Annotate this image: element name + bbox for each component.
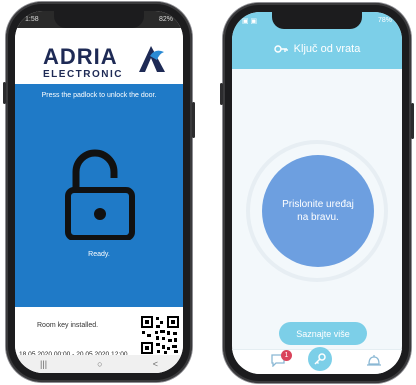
volume-button	[3, 82, 6, 104]
padlock-open-icon[interactable]	[65, 144, 135, 240]
recents-button[interactable]: |||	[40, 359, 47, 369]
notch	[272, 12, 362, 29]
bottom-tab-bar: 1	[232, 347, 402, 374]
instruction-text: Press the padlock to unlock the door.	[41, 92, 157, 99]
phone-left: 1:58 82% ADRIA ELECTRONIC Press the padl…	[3, 2, 195, 382]
key-icon	[273, 45, 288, 53]
key-installed-text: Room key installed.	[37, 322, 99, 329]
tab-service[interactable]	[366, 353, 382, 372]
android-nav-bar: ||| ○ <	[15, 355, 183, 373]
app-header: Ključ od vrata	[232, 29, 402, 69]
chat-badge: 1	[281, 350, 292, 361]
learn-more-label: Saznajte više	[296, 328, 350, 339]
screen-door-key: ▣ ▣ 78% Ključ od vrata Prislonite uređaj…	[232, 12, 402, 374]
qr-code-icon	[140, 315, 180, 355]
tab-key[interactable]	[308, 347, 332, 371]
logo-line-adria: ADRIA	[43, 44, 118, 69]
tap-prompt-circle[interactable]: Prislonite uređaj na bravu.	[262, 155, 374, 267]
notch	[54, 11, 144, 28]
volume-button	[220, 83, 223, 105]
unlock-panel: Press the padlock to unlock the door. Re…	[15, 84, 183, 307]
ready-status: Ready.	[88, 251, 110, 258]
home-button[interactable]: ○	[97, 359, 102, 369]
back-button[interactable]: <	[153, 359, 158, 369]
status-icons: ▣ ▣	[242, 17, 258, 25]
learn-more-button[interactable]: Saznajte više	[279, 322, 367, 345]
status-time: 1:58	[25, 16, 39, 23]
power-button	[411, 103, 414, 139]
key-icon	[314, 353, 326, 365]
bell-icon	[367, 355, 381, 366]
phone-right: ▣ ▣ 78% Ključ od vrata Prislonite uređaj…	[220, 3, 414, 383]
status-battery: 78%	[377, 17, 392, 24]
tap-prompt-text: Prislonite uređaj na bravu.	[282, 199, 354, 223]
power-button	[192, 102, 195, 138]
screen-adria: 1:58 82% ADRIA ELECTRONIC Press the padl…	[15, 11, 183, 373]
tab-chat[interactable]: 1	[270, 350, 292, 372]
logo-line-electronic: ELECTRONIC	[43, 69, 123, 80]
page-title: Ključ od vrata	[293, 43, 361, 55]
app-logo: ADRIA ELECTRONIC	[15, 28, 183, 84]
logo-mark-icon	[139, 46, 165, 72]
status-battery: 82%	[158, 16, 173, 23]
